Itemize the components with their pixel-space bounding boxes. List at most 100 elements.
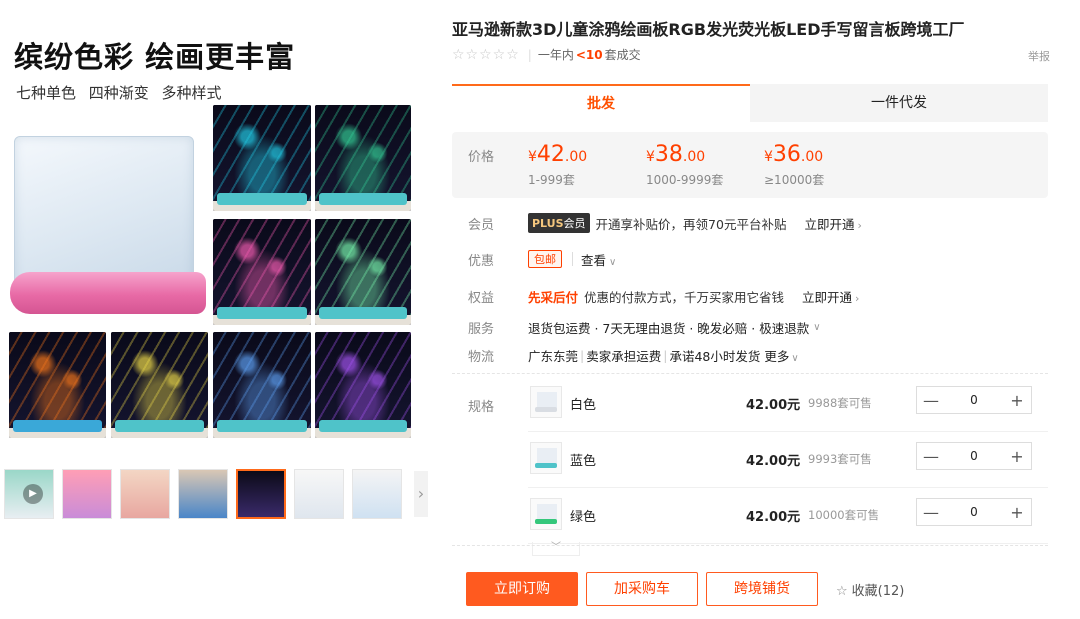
filmstrip-thumb[interactable] [294, 469, 344, 519]
divider [572, 252, 573, 266]
benefit-label: 权益 [468, 290, 495, 306]
price-decimal: .00 [682, 149, 706, 165]
spec-price: 42.00元 [746, 510, 801, 525]
spec-thumbnail[interactable] [530, 442, 562, 474]
quantity-stepper: —0 + [916, 442, 1032, 470]
more-label: 更多 [764, 348, 790, 364]
product-title: 亚马逊新款3D儿童涂鸦绘画板RGB发光荧光板LED手写留言板跨境工厂 [452, 20, 965, 39]
quantity-input[interactable]: 0 [945, 505, 1003, 519]
chevron-down-icon: ∨ [609, 256, 617, 268]
discount-view-link[interactable]: 查看 ∨ [581, 250, 616, 269]
discount-link-label: 查看 [581, 252, 607, 268]
sales-count: <10 [575, 47, 603, 62]
spec-thumbnail[interactable] [530, 386, 562, 418]
service-label: 服务 [468, 321, 495, 337]
service-row: 服务 退货包运费 · 7天无理由退货 · 晚发必赔 · 极速退款 ∨ [452, 316, 1048, 338]
order-now-button[interactable]: 立即订购 [466, 572, 578, 606]
price-range: 1-999套 [528, 173, 575, 187]
benefit-link-label: 立即开通 [802, 289, 853, 305]
decrease-button[interactable]: — [917, 391, 945, 410]
increase-button[interactable]: + [1003, 503, 1031, 522]
crossborder-distribute-button[interactable]: 跨境铺货 [706, 572, 818, 606]
benefit-row: 权益 先采后付 优惠的付款方式，千万买家用它省钱 立即开通 › [452, 285, 1048, 307]
favorite-label: 收藏(12) [851, 583, 905, 599]
report-link[interactable]: 举报 [1028, 48, 1050, 64]
neon-drawing-thumb [213, 219, 311, 325]
gallery-subline: 七种单色 四种渐变 多种样式 [16, 84, 222, 102]
price-integer: 42 [536, 142, 565, 167]
member-badge-text: 会员 [563, 217, 586, 230]
spec-stock: 9993套可售 [808, 452, 872, 466]
decrease-button[interactable]: — [917, 447, 945, 466]
add-to-cart-button[interactable]: 加采购车 [586, 572, 698, 606]
favorite-button[interactable]: ☆ 收藏(12) [836, 580, 904, 599]
filmstrip: ▶ › [0, 465, 430, 521]
tab-wholesale[interactable]: 批发 [452, 84, 750, 122]
logistics-more-link[interactable]: 更多 ∨ [764, 346, 798, 365]
spec-thumbnail[interactable] [530, 498, 562, 530]
spec-name: 蓝色 [570, 454, 597, 469]
filmstrip-thumb[interactable] [62, 469, 112, 519]
ship-origin: 广东东莞 [528, 348, 579, 364]
price-range: ≥10000套 [764, 173, 825, 187]
neon-drawing-thumb [9, 332, 106, 438]
price-box: 价格 ¥42.00 1-999套 ¥38.00 1000-9999套 ¥36.0… [452, 132, 1048, 198]
price-decimal: .00 [800, 149, 824, 165]
member-label: 会员 [468, 217, 495, 233]
acrylic-board [14, 136, 194, 288]
neon-drawing-thumb [315, 332, 411, 438]
spec-row: 蓝色 42.00元 9993套可售 —0 + [528, 436, 1048, 488]
product-info: 亚马逊新款3D儿童涂鸦绘画板RGB发光荧光板LED手写留言板跨境工厂 ☆☆☆☆☆… [452, 0, 1052, 619]
filmstrip-thumb[interactable]: ▶ [4, 469, 54, 519]
chevron-down-icon[interactable]: ∨ [813, 322, 820, 333]
filmstrip-thumb[interactable] [120, 469, 170, 519]
chevron-right-icon[interactable]: › [414, 471, 428, 517]
gallery-headline: 缤纷色彩 绘画更丰富 [14, 40, 296, 74]
free-shipping-badge: 包邮 [528, 250, 562, 268]
action-bar: 立即订购 加采购车 跨境铺货 ☆ 收藏(12) [466, 572, 904, 606]
price-integer: 38 [654, 142, 683, 167]
star-rating-icon: ☆☆☆☆☆ [452, 46, 520, 63]
spec-row: 白色 42.00元 9988套可售 —0 + [528, 380, 1048, 432]
neon-drawing-thumb [315, 105, 411, 211]
purchase-mode-tabs: 批发 一件代发 [452, 84, 1048, 122]
price-label: 价格 [468, 150, 495, 165]
main-product-image[interactable] [8, 132, 206, 322]
pay-later-highlight: 先采后付 [528, 289, 579, 305]
pink-led-base [10, 272, 206, 314]
filmstrip-thumb[interactable] [352, 469, 402, 519]
spec-stock: 9988套可售 [808, 396, 872, 410]
quantity-input[interactable]: 0 [945, 449, 1003, 463]
filmstrip-thumb[interactable] [178, 469, 228, 519]
quantity-input[interactable]: 0 [945, 393, 1003, 407]
service-text[interactable]: 退货包运费 · 7天无理由退货 · 晚发必赔 · 极速退款 [528, 318, 809, 337]
currency-symbol: ¥ [646, 149, 655, 165]
plus-badge-text: PLUS [532, 217, 564, 230]
logistics-row: 物流 广东东莞 | 卖家承担运费 | 承诺48小时发货 更多 ∨ [452, 344, 1048, 366]
benefit-open-link[interactable]: 立即开通 › [802, 287, 859, 306]
tab-dropship[interactable]: 一件代发 [750, 84, 1048, 122]
quantity-stepper: —0 + [916, 498, 1032, 526]
decrease-button[interactable]: — [917, 503, 945, 522]
spec-price: 42.00元 [746, 454, 801, 469]
increase-button[interactable]: + [1003, 391, 1031, 410]
neon-drawing-thumb [213, 105, 311, 211]
rating-row: ☆☆☆☆☆ | 一年内 <10 套成交 [452, 46, 641, 63]
chevron-down-icon: ∨ [791, 352, 799, 364]
increase-button[interactable]: + [1003, 447, 1031, 466]
filmstrip-thumb[interactable] [236, 469, 286, 519]
neon-drawing-thumb [213, 332, 311, 438]
spec-price: 42.00元 [746, 398, 801, 413]
member-row: 会员 PLUS会员 开通享补贴价，再领70元平台补贴 立即开通 › [452, 212, 1048, 234]
price-tier: ¥42.00 1-999套 [528, 142, 587, 188]
quantity-stepper: —0 + [916, 386, 1032, 414]
play-icon: ▶ [23, 484, 43, 504]
sales-prefix: 一年内 [537, 48, 574, 62]
discount-label: 优惠 [468, 253, 495, 269]
spec-row: 绿色 42.00元 10000套可售 —0 + [528, 492, 1048, 544]
spec-name: 白色 [570, 398, 597, 413]
member-open-link[interactable]: 立即开通 › [804, 214, 861, 233]
price-decimal: .00 [564, 149, 588, 165]
price-tier: ¥36.00 ≥10000套 [764, 142, 824, 188]
member-link-label: 立即开通 [804, 216, 855, 232]
